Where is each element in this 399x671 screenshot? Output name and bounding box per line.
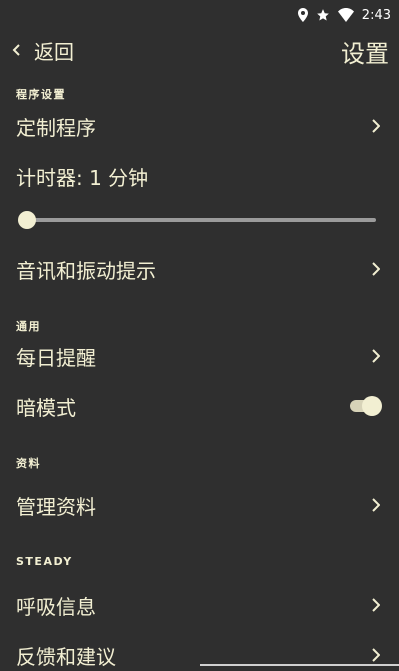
timer-row: 计时器: 1 分钟: [16, 160, 382, 192]
section-general: 通用: [16, 320, 41, 333]
sound-vibration-row[interactable]: 音讯和振动提示: [16, 253, 382, 285]
section-profile: 资料: [16, 457, 41, 470]
breathing-info-row[interactable]: 呼吸信息: [16, 589, 382, 621]
sound-vibration-label: 音讯和振动提示: [16, 258, 156, 283]
location-icon: [297, 8, 308, 22]
chevron-right-icon: [370, 597, 382, 613]
chevron-right-icon: [370, 348, 382, 364]
dark-mode-row: 暗模式: [16, 390, 382, 422]
breathing-info-label: 呼吸信息: [16, 594, 96, 619]
manage-profile-label: 管理资料: [16, 494, 96, 519]
wifi-icon: [337, 8, 354, 22]
daily-reminder-label: 每日提醒: [16, 345, 96, 370]
manage-profile-row[interactable]: 管理资料: [16, 489, 382, 521]
feedback-label: 反馈和建议: [16, 644, 116, 669]
chevron-right-icon: [370, 647, 382, 663]
star-icon: [316, 8, 330, 22]
back-label: 返回: [34, 39, 74, 64]
timer-label: 计时器: 1 分钟: [16, 165, 149, 190]
slider-thumb[interactable]: [18, 211, 36, 229]
page-title: 设置: [341, 40, 389, 68]
feedback-row[interactable]: 反馈和建议: [16, 639, 382, 671]
section-steady: STEADY: [16, 555, 73, 568]
status-time: 2:43: [361, 7, 391, 23]
section-program-settings: 程序设置: [16, 88, 66, 101]
chevron-right-icon: [370, 261, 382, 277]
timer-slider[interactable]: [18, 209, 376, 231]
dark-mode-toggle[interactable]: [350, 396, 382, 416]
toolbar: 返回 设置: [0, 30, 399, 70]
back-button[interactable]: 返回: [12, 36, 74, 64]
chevron-right-icon: [370, 497, 382, 513]
custom-program-label: 定制程序: [16, 115, 96, 140]
dark-mode-label: 暗模式: [16, 395, 76, 420]
daily-reminder-row[interactable]: 每日提醒: [16, 340, 382, 372]
slider-track: [26, 218, 376, 222]
chevron-left-icon: [12, 38, 22, 62]
chevron-right-icon: [370, 118, 382, 134]
status-bar: 2:43: [0, 0, 399, 30]
toggle-thumb: [362, 396, 382, 416]
custom-program-row[interactable]: 定制程序: [16, 110, 382, 142]
